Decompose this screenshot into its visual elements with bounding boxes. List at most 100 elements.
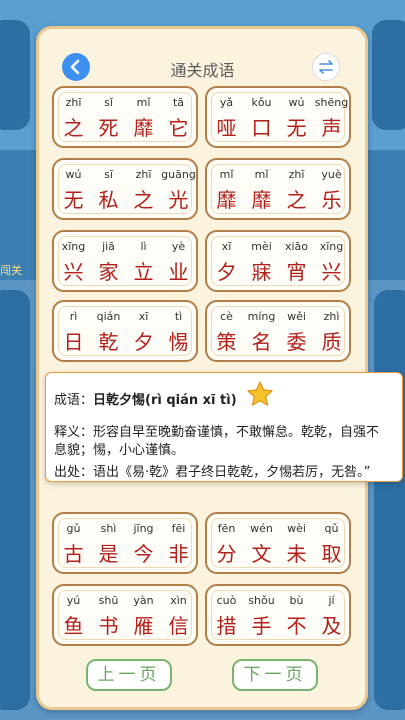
idiom-card[interactable]: fēn 分 wén 文 wèi 未 qǔ 取 xyxy=(205,512,351,574)
page-title: 通关成语 xyxy=(170,61,235,80)
idiom-card[interactable]: xī 夕 mèi 寐 xiāo 宵 xīng 兴 xyxy=(205,230,351,292)
hanzi-label: 之 xyxy=(133,188,154,212)
swap-button[interactable] xyxy=(312,53,340,81)
pinyin-label: cuò xyxy=(216,594,237,607)
hanzi-label: 无 xyxy=(286,116,307,140)
pinyin-label: zhī xyxy=(135,168,152,181)
pinyin-label: wěi xyxy=(287,310,306,323)
pinyin-label: rì xyxy=(69,310,78,323)
pinyin-label: mǐ xyxy=(254,168,269,181)
hanzi-label: 立 xyxy=(133,260,154,284)
hanzi-label: 策 xyxy=(216,330,237,354)
pinyin-label: shǒu xyxy=(248,594,275,607)
pinyin-label: guāng xyxy=(161,168,196,181)
background-card xyxy=(0,290,30,710)
idiom-card[interactable]: yǎ 哑 kǒu 口 wú 无 shēng 声 xyxy=(205,86,351,148)
hanzi-label: 兴 xyxy=(63,260,84,284)
hanzi-label: 夕 xyxy=(216,260,237,284)
hanzi-label: 取 xyxy=(321,542,342,566)
idiom-card[interactable]: mǐ 靡 mǐ 靡 zhī 之 yuè 乐 xyxy=(205,158,351,220)
pinyin-label: qián xyxy=(96,310,121,323)
hanzi-label: 宵 xyxy=(286,260,307,284)
pinyin-label: shēng xyxy=(314,96,349,109)
idiom-card[interactable]: rì 日 qián 乾 xī 夕 tì 惕 xyxy=(52,300,198,362)
background-card xyxy=(0,20,30,130)
pinyin-label: sī xyxy=(104,168,113,181)
pinyin-label: fēn xyxy=(217,522,236,535)
pinyin-label: yǎ xyxy=(219,96,234,109)
pinyin-label: lì xyxy=(140,240,147,253)
popup-source: 出处：语出《易·乾》君子终日乾乾，夕惕若厉，无咎。” xyxy=(54,465,371,480)
hanzi-label: 之 xyxy=(63,116,84,140)
hanzi-label: 私 xyxy=(98,188,119,212)
pinyin-label: wén xyxy=(250,522,273,535)
pinyin-label: kǒu xyxy=(251,96,272,109)
hanzi-label: 声 xyxy=(321,116,342,140)
idiom-card[interactable]: xīng 兴 jiā 家 lì 立 yè 业 xyxy=(52,230,198,292)
popup-header: 成语：日乾夕惕(rì qián xī tì) xyxy=(54,389,237,408)
star-icon[interactable] xyxy=(246,380,274,408)
hanzi-label: 分 xyxy=(216,542,237,566)
pinyin-label: wèi xyxy=(287,522,306,535)
pinyin-label: mǐ xyxy=(136,96,151,109)
pinyin-label: sǐ xyxy=(104,96,113,109)
hanzi-label: 措 xyxy=(216,614,237,638)
prev-page-button[interactable]: 上一页 xyxy=(86,659,172,691)
hanzi-label: 古 xyxy=(63,542,84,566)
hanzi-label: 它 xyxy=(168,116,189,140)
popup-head-label: 成语： xyxy=(54,393,94,408)
hanzi-label: 业 xyxy=(168,260,189,284)
back-button[interactable] xyxy=(62,53,90,81)
next-page-button[interactable]: 下一页 xyxy=(232,659,318,691)
background-card xyxy=(374,290,405,710)
pinyin-label: xī xyxy=(221,240,232,253)
pinyin-label: xīng xyxy=(319,240,344,253)
pinyin-label: xiāo xyxy=(284,240,309,253)
pinyin-label: shì xyxy=(100,522,117,535)
hanzi-label: 信 xyxy=(168,614,189,638)
hanzi-label: 名 xyxy=(251,330,272,354)
pinyin-label: zhī xyxy=(65,96,82,109)
background-caption: 闯关 xyxy=(0,264,22,277)
hanzi-label: 文 xyxy=(251,542,272,566)
idiom-card[interactable]: cè 策 míng 名 wěi 委 zhì 质 xyxy=(205,300,351,362)
hanzi-label: 靡 xyxy=(133,116,154,140)
pinyin-label: jīng xyxy=(133,522,154,535)
idiom-card[interactable]: wú 无 sī 私 zhī 之 guāng 光 xyxy=(52,158,198,220)
pinyin-label: tā xyxy=(172,96,185,109)
idiom-card[interactable]: zhī 之 sǐ 死 mǐ 靡 tā 它 xyxy=(52,86,198,148)
pinyin-label: cè xyxy=(220,310,233,323)
pinyin-label: zhī xyxy=(288,168,305,181)
hanzi-label: 乐 xyxy=(321,188,342,212)
pinyin-label: jí xyxy=(328,594,335,607)
idiom-card[interactable]: yú 鱼 shū 书 yàn 雁 xìn 信 xyxy=(52,584,198,646)
pinyin-label: yè xyxy=(171,240,186,253)
hanzi-label: 夕 xyxy=(133,330,154,354)
hanzi-label: 口 xyxy=(251,116,272,140)
pinyin-label: gǔ xyxy=(66,522,81,535)
pinyin-label: wú xyxy=(288,96,305,109)
pinyin-label: tì xyxy=(174,310,183,323)
hanzi-label: 手 xyxy=(251,614,272,638)
hanzi-label: 及 xyxy=(321,614,342,638)
hanzi-label: 寐 xyxy=(251,260,272,284)
pinyin-label: mèi xyxy=(251,240,272,253)
pinyin-label: míng xyxy=(247,310,276,323)
pinyin-label: yú xyxy=(66,594,81,607)
chevron-left-icon xyxy=(70,59,80,75)
hanzi-label: 之 xyxy=(286,188,307,212)
hanzi-label: 雁 xyxy=(133,614,154,638)
background-card xyxy=(372,20,405,130)
hanzi-label: 日 xyxy=(63,330,84,354)
hanzi-label: 不 xyxy=(286,614,307,638)
hanzi-label: 未 xyxy=(286,542,307,566)
idiom-card[interactable]: gǔ 古 shì 是 jīng 今 fēi 非 xyxy=(52,512,198,574)
pinyin-label: mǐ xyxy=(219,168,234,181)
idiom-card[interactable]: cuò 措 shǒu 手 bù 不 jí 及 xyxy=(205,584,351,646)
pinyin-label: wú xyxy=(65,168,82,181)
hanzi-label: 无 xyxy=(63,188,84,212)
pinyin-label: fēi xyxy=(171,522,186,535)
pinyin-label: xīng xyxy=(61,240,86,253)
hanzi-label: 光 xyxy=(168,188,189,212)
swap-icon xyxy=(319,60,333,74)
